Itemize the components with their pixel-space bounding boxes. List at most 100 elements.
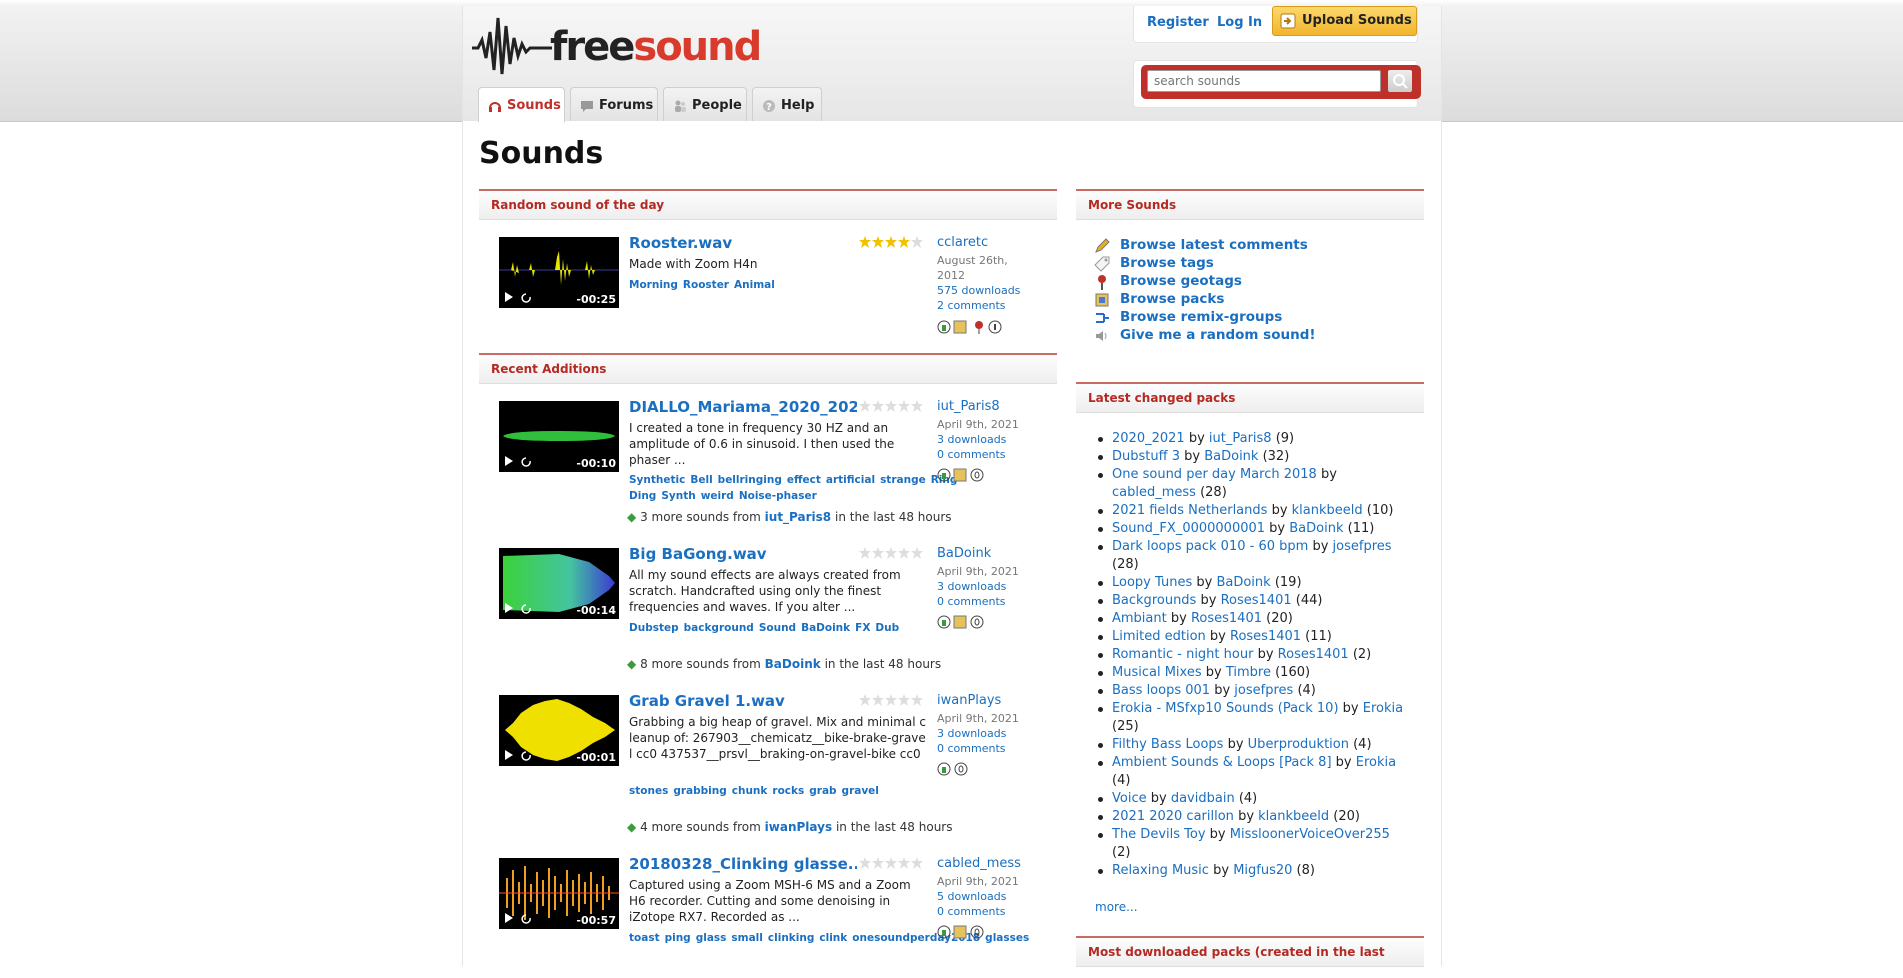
sound-icons — [937, 468, 984, 482]
more-sounds-user[interactable]: BaDoink — [765, 657, 821, 671]
register-link[interactable]: Register — [1147, 15, 1209, 30]
sound-tags: Morning Rooster Animal — [629, 277, 859, 293]
rating-stars[interactable] — [859, 236, 923, 248]
tag-link[interactable]: grab — [809, 785, 836, 797]
license-icon — [937, 615, 951, 629]
browse-tags-link[interactable]: Browse tags — [1094, 255, 1214, 272]
rating-stars[interactable] — [859, 857, 923, 869]
play-icon[interactable] — [504, 291, 534, 303]
sound-user[interactable]: iut_Paris8 — [937, 399, 1000, 414]
tag-link[interactable]: BaDoink — [801, 622, 850, 634]
tag-link[interactable]: strange — [880, 474, 926, 486]
tag-link[interactable]: artificial — [826, 474, 875, 486]
sound-user[interactable]: cclaretc — [937, 235, 988, 250]
tab-forums[interactable]: Forums — [570, 87, 658, 121]
tag-link[interactable]: clink — [819, 932, 847, 944]
waveform-player[interactable]: -00:01 — [499, 695, 619, 766]
tag-link[interactable]: Dub — [875, 622, 899, 634]
tag-link[interactable]: bellringing — [718, 474, 782, 486]
tag-link[interactable]: background — [684, 622, 754, 634]
tab-sounds[interactable]: Sounds — [478, 87, 565, 122]
tag-link[interactable]: grabbing — [673, 785, 726, 797]
tag-link[interactable]: ping — [665, 932, 691, 944]
sound-tags: Dubstep background Sound BaDoink FX Dub — [629, 620, 929, 636]
list-item: Filthy Bass Loops by Uberproduktion (4) — [1098, 736, 1412, 754]
tag-link[interactable]: toast — [629, 932, 660, 944]
tag-link[interactable]: Animal — [734, 279, 775, 291]
play-icon[interactable] — [504, 749, 534, 761]
waveform-player[interactable]: -00:25 — [499, 237, 619, 308]
waveform-player[interactable]: -00:14 — [499, 548, 619, 619]
browse-geotags-link[interactable]: Browse geotags — [1098, 273, 1242, 290]
tab-help[interactable]: ? Help — [752, 87, 822, 121]
more-packs-link[interactable]: more... — [1095, 900, 1138, 914]
list-item: Loopy Tunes by BaDoink (19) — [1098, 574, 1412, 592]
sound-title[interactable]: Grab Gravel 1.wav — [629, 692, 857, 710]
play-icon[interactable] — [504, 602, 534, 614]
list-item: Ambient Sounds & Loops [Pack 8] by Eroki… — [1098, 754, 1412, 790]
play-icon[interactable] — [504, 455, 534, 467]
tag-link[interactable]: chunk — [732, 785, 768, 797]
waveform-player[interactable]: -00:57 — [499, 858, 619, 929]
sound-tags: Synthetic Bell bellringing effect artificial… — [629, 472, 962, 504]
tab-people[interactable]: People — [663, 87, 747, 121]
pack-icon — [953, 320, 967, 334]
tag-link[interactable]: clinking — [768, 932, 814, 944]
list-item: Dubstuff 3 by BaDoink (32) — [1098, 448, 1412, 466]
tag-link[interactable]: Dubstep — [629, 622, 679, 634]
tag-link[interactable]: gravel — [842, 785, 879, 797]
sound-tags: stones grabbing chunk rocks grab gravel — [629, 783, 929, 799]
tag-link[interactable]: Rooster — [683, 279, 729, 291]
more-sounds-user[interactable]: iut_Paris8 — [765, 510, 832, 524]
duration-label: -00:57 — [576, 914, 616, 927]
tag-link[interactable]: glass — [696, 932, 727, 944]
sound-user[interactable]: BaDoink — [937, 546, 991, 561]
list-item: One sound per day March 2018 by cabled_m… — [1098, 466, 1412, 502]
login-link[interactable]: Log In — [1217, 15, 1262, 30]
rating-stars[interactable] — [859, 400, 923, 412]
license-icon — [937, 762, 951, 776]
tag-link[interactable]: weird — [701, 490, 734, 502]
sound-user[interactable]: iwanPlays — [937, 693, 1001, 708]
duration-label: -00:25 — [576, 293, 616, 306]
search-button[interactable] — [1388, 70, 1412, 92]
waveform-player[interactable]: -00:10 — [499, 401, 619, 472]
list-item: Sound_FX_0000000001 by BaDoink (11) — [1098, 520, 1412, 538]
sound-title[interactable]: DIALLO_Mariama_2020_2021 — [629, 398, 857, 416]
tag-link[interactable]: rocks — [772, 785, 804, 797]
search-input[interactable] — [1147, 70, 1381, 92]
tag-link[interactable]: stones — [629, 785, 668, 797]
rating-stars[interactable] — [859, 547, 923, 559]
sound-icons — [937, 320, 1002, 334]
browse-comments-link[interactable]: Browse latest comments — [1095, 237, 1308, 253]
tag-link[interactable]: Synthetic — [629, 474, 685, 486]
pencil-icon — [1095, 238, 1110, 253]
tag-link[interactable]: FX — [855, 622, 870, 634]
browse-packs-link[interactable]: Browse packs — [1095, 291, 1224, 307]
browse-remix-groups-link[interactable]: Browse remix-groups — [1096, 309, 1282, 325]
tag-link[interactable]: small — [731, 932, 762, 944]
more-sounds-user[interactable]: iwanPlays — [765, 820, 832, 834]
sound-title[interactable]: Rooster.wav — [629, 234, 849, 252]
sound-title[interactable]: 20180328_Clinking glasse... — [629, 855, 857, 873]
list-item: 2021 fields Netherlands by klankbeeld (1… — [1098, 502, 1412, 520]
tag-link[interactable]: Bell — [690, 474, 712, 486]
tag-link[interactable]: Morning — [629, 279, 678, 291]
sound-title[interactable]: Big BaGong.wav — [629, 545, 857, 563]
sound-user[interactable]: cabled_mess — [937, 856, 1021, 871]
freesound-logo[interactable]: freesound — [472, 12, 762, 78]
pack-icon — [953, 615, 967, 629]
tag-link[interactable]: Noise-phaser — [739, 490, 817, 502]
list-item: 2021 2020 carillon by klankbeeld (20) — [1098, 808, 1412, 826]
tag-link[interactable]: effect — [787, 474, 821, 486]
tag-link[interactable]: Sound — [759, 622, 796, 634]
play-icon[interactable] — [504, 912, 534, 924]
tag-icon — [1094, 256, 1110, 272]
random-sound-link[interactable]: Give me a random sound! — [1096, 327, 1316, 343]
most-downloaded-panel: Most downloaded packs (created in the la… — [1076, 936, 1424, 978]
tag-link[interactable]: Synth — [661, 490, 695, 502]
rating-stars[interactable] — [859, 694, 923, 706]
sound-description: Captured using a Zoom MSH-6 MS and a Zoo… — [629, 878, 911, 924]
license-icon — [937, 320, 951, 334]
upload-sounds-button[interactable]: Upload Sounds — [1272, 6, 1417, 36]
